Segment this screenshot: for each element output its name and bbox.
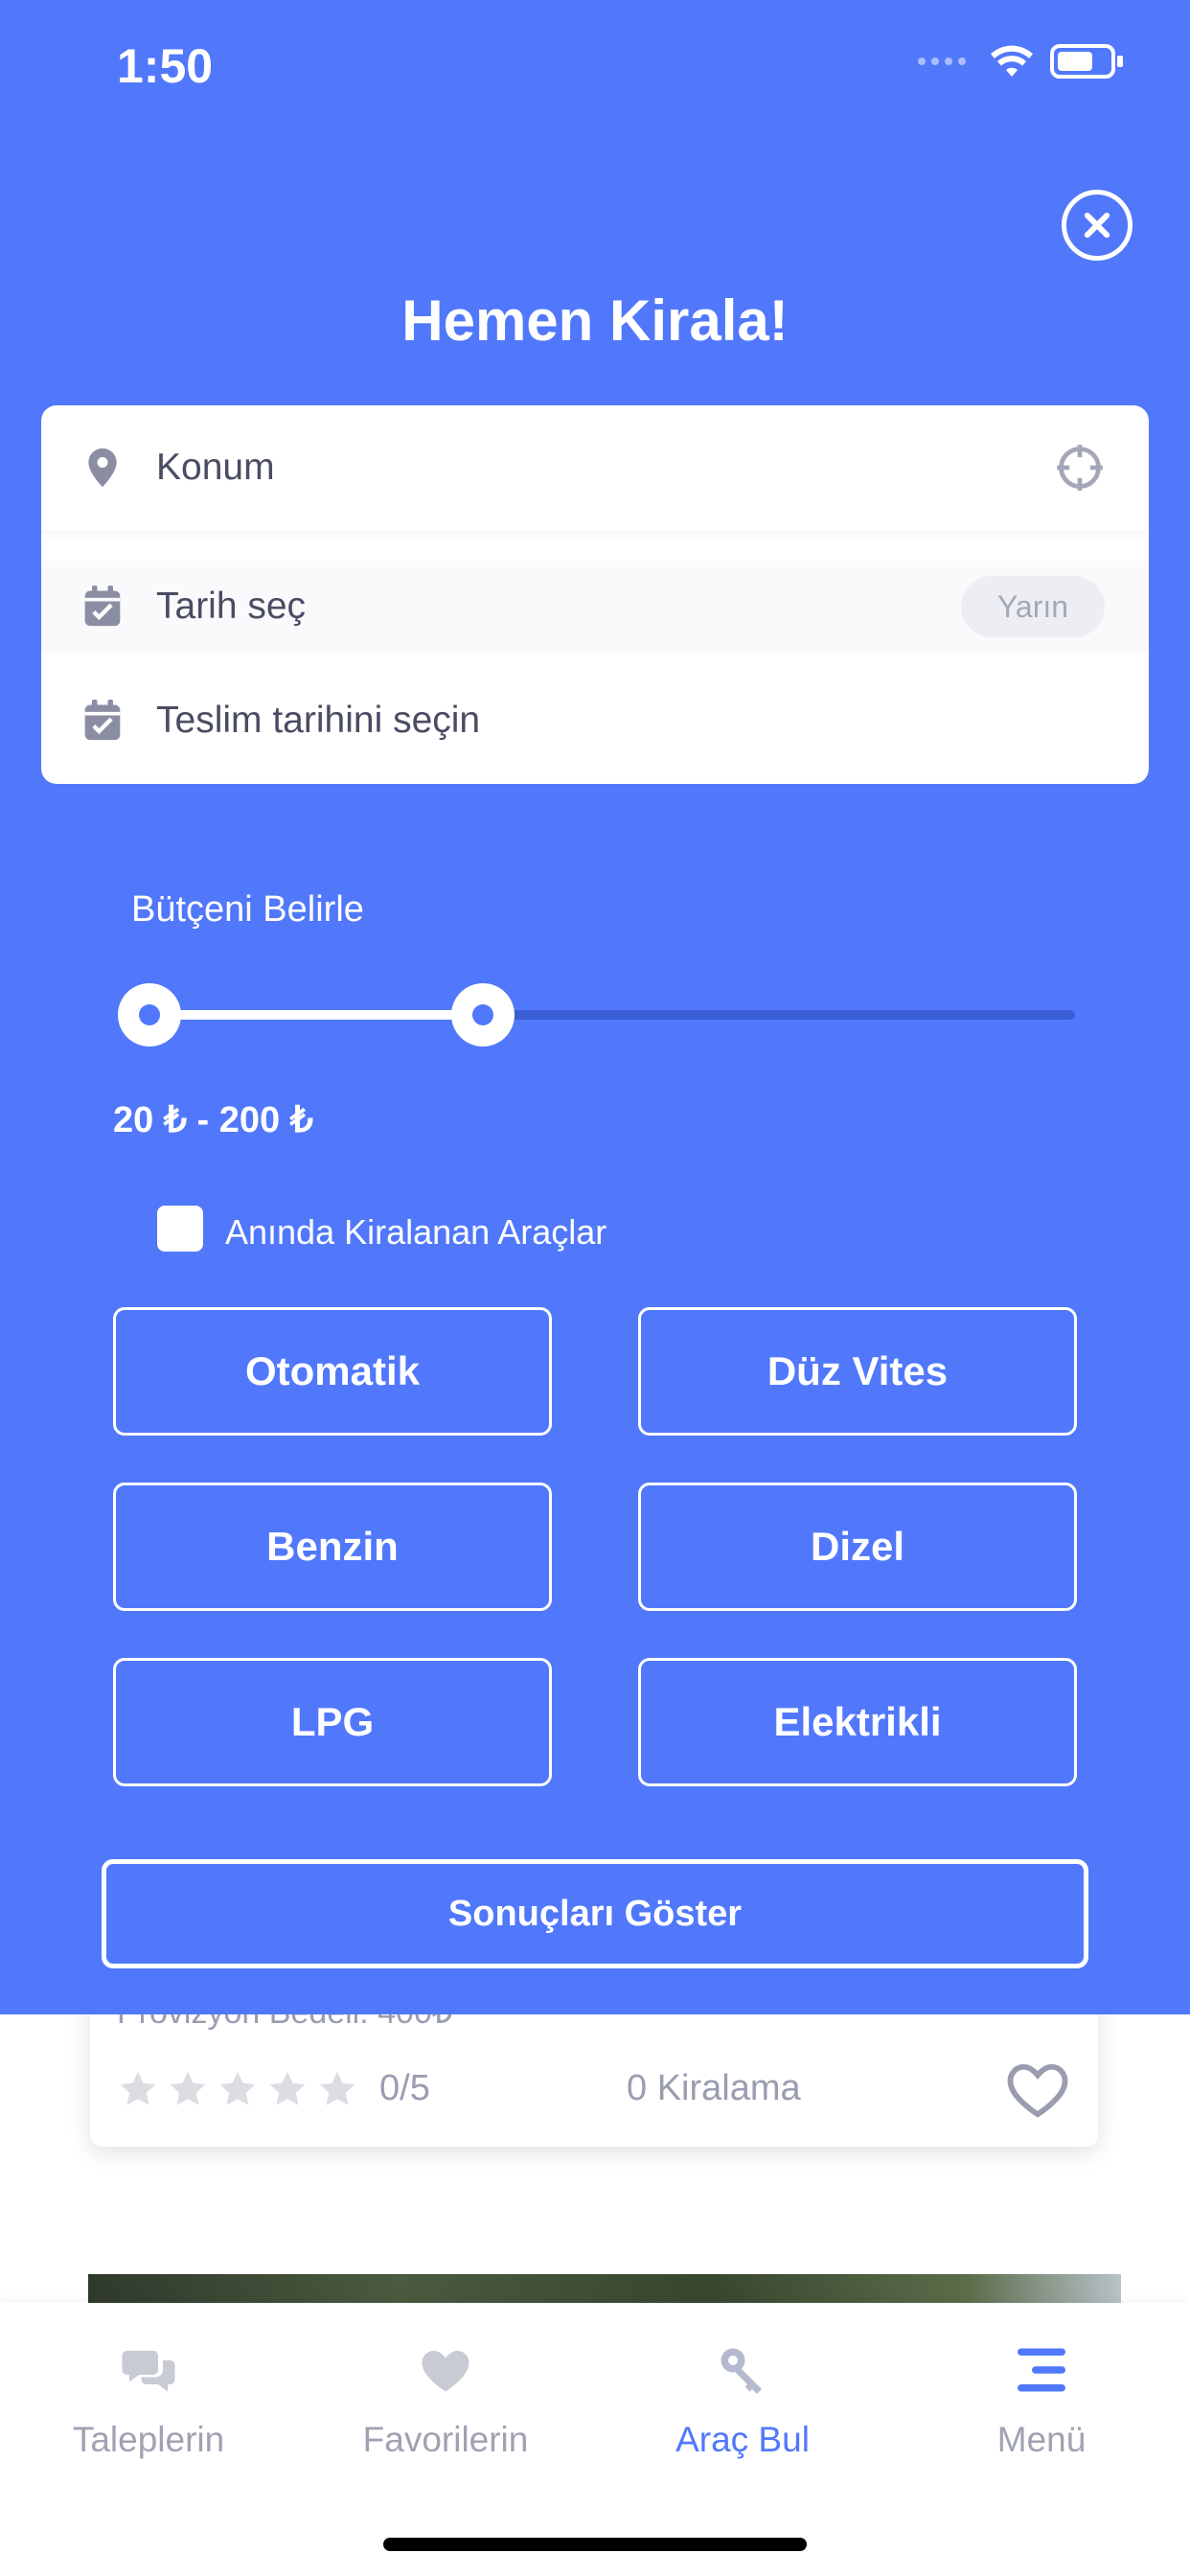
option-gasoline-button[interactable]: Benzin	[113, 1483, 552, 1611]
star-icon	[219, 2071, 256, 2105]
budget-range-value: 20 ₺ - 200 ₺	[113, 1100, 313, 1140]
menu-icon	[1018, 2348, 1065, 2392]
tab-favorites[interactable]: Favorilerin	[331, 2341, 561, 2460]
pickup-date-placeholder: Tarih seç	[156, 586, 307, 627]
budget-slider-fill	[149, 1010, 483, 1020]
location-placeholder: Konum	[156, 447, 275, 488]
option-electric-button[interactable]: Elektrikli	[638, 1658, 1077, 1786]
location-field[interactable]: Konum	[41, 405, 1149, 530]
budget-label: Bütçeni Belirle	[131, 889, 364, 930]
tab-label: Taleplerin	[72, 2420, 225, 2459]
tab-label: Menü	[996, 2420, 1087, 2459]
calendar-check-icon	[84, 699, 121, 740]
rating-value: 0/5	[379, 2068, 430, 2108]
rating-stars	[117, 2068, 358, 2110]
pickup-date-field[interactable]: Tarih seç Yarın	[41, 561, 1149, 653]
rent-filter-overlay: 1:50 Hemen Kirala! Konum Tarih seç Yarın…	[0, 0, 1190, 2014]
modal-title: Hemen Kirala!	[401, 288, 789, 353]
close-button[interactable]	[1062, 190, 1133, 261]
signal-icon	[918, 58, 966, 65]
home-indicator	[383, 2538, 807, 2551]
status-time: 1:50	[117, 39, 214, 93]
star-icon	[269, 2071, 306, 2105]
car-key-icon	[721, 2348, 762, 2394]
instant-rental-label: Anında Kiralanan Araçlar	[225, 1212, 607, 1252]
wifi-icon	[991, 45, 1033, 77]
status-icons	[916, 42, 1125, 80]
location-pin-icon	[88, 448, 117, 488]
star-icon	[120, 2071, 156, 2105]
tab-requests[interactable]: Taleplerin	[34, 2341, 263, 2460]
option-manual-button[interactable]: Düz Vites	[638, 1307, 1077, 1436]
show-results-button[interactable]: Sonuçları Göster	[102, 1859, 1088, 1968]
chat-bubbles-icon	[122, 2351, 175, 2392]
return-date-field[interactable]: Teslim tarihini seçin	[41, 656, 1149, 784]
option-automatic-button[interactable]: Otomatik	[113, 1307, 552, 1436]
star-icon	[170, 2071, 206, 2105]
car-listing-image[interactable]	[88, 2274, 1121, 2303]
tomorrow-chip[interactable]: Yarın	[961, 576, 1105, 637]
current-location-icon[interactable]	[1055, 443, 1105, 493]
tab-label: Favorilerin	[362, 2420, 529, 2459]
option-lpg-button[interactable]: LPG	[113, 1658, 552, 1786]
tab-label: Araç Bul	[675, 2420, 810, 2459]
date-location-form: Konum Tarih seç Yarın Teslim tarihini se…	[41, 405, 1149, 784]
option-diesel-button[interactable]: Dizel	[638, 1483, 1077, 1611]
battery-icon	[1050, 44, 1123, 79]
instant-rental-checkbox[interactable]	[157, 1206, 203, 1252]
tab-menu[interactable]: Menü	[927, 2341, 1156, 2460]
return-date-placeholder: Teslim tarihini seçin	[156, 699, 481, 741]
budget-min-handle[interactable]	[118, 983, 181, 1046]
close-icon	[1084, 212, 1110, 239]
tab-find-car[interactable]: Araç Bul	[628, 2341, 858, 2460]
heart-icon	[422, 2351, 469, 2392]
favorite-heart-icon[interactable]	[1004, 2058, 1071, 2120]
star-icon	[319, 2071, 355, 2105]
bottom-tab-bar: Taleplerin Favorilerin Araç Bul Menü	[0, 2303, 1190, 2576]
calendar-check-icon	[84, 586, 121, 627]
rental-count: 0 Kiralama	[627, 2068, 801, 2108]
budget-max-handle[interactable]	[451, 983, 515, 1046]
